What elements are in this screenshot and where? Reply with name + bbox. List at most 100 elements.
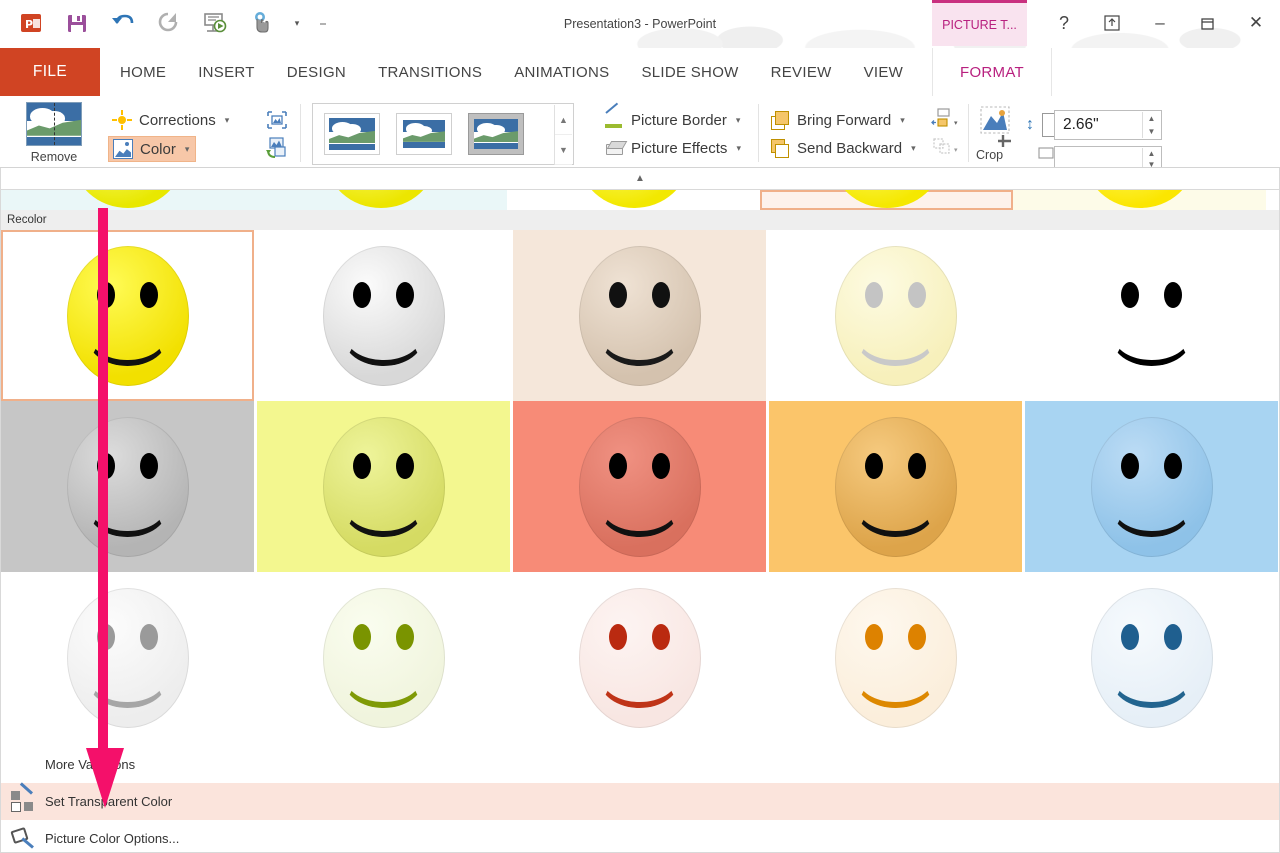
artistic-effects-icon[interactable] (264, 108, 290, 132)
touch-mode-icon[interactable] (238, 5, 284, 41)
shape-height-input[interactable]: 2.66" ▲ ▼ (1054, 110, 1162, 140)
bring-forward-button[interactable]: Bring Forward ▾ (766, 108, 911, 132)
compress-pictures-icon[interactable] (264, 136, 290, 160)
recolor-thumb-blue-light[interactable] (1025, 572, 1278, 743)
spin-down-icon[interactable]: ▼ (1143, 159, 1160, 167)
crop-label: Crop (976, 148, 1004, 162)
color-wheel-icon (11, 754, 33, 776)
tab-design[interactable]: DESIGN (271, 48, 362, 96)
recolor-thumb-yellow-green-accent[interactable] (257, 401, 510, 572)
spin-up-icon[interactable]: ▲ (1143, 112, 1160, 125)
remove-background-icon (26, 102, 82, 146)
ribbon: Remove Corrections ▾ Color ▾ ▲ ▼ Picture… (0, 96, 1280, 168)
height-icon (1026, 114, 1042, 140)
gallery-scroll-down-icon[interactable]: ▼ (555, 135, 572, 165)
recolor-thumb-dark-red-light[interactable] (513, 572, 766, 743)
picture-color-options-item[interactable]: Picture Color Options... (1, 820, 1279, 852)
color-button[interactable]: Color ▾ (108, 136, 197, 162)
gallery-collapse-bar[interactable]: ▲ (0, 168, 1280, 190)
recolor-thumb-blue-accent[interactable] (1025, 401, 1278, 572)
picture-border-button[interactable]: Picture Border ▾ (600, 108, 746, 132)
tab-file[interactable]: FILE (0, 48, 100, 96)
saturation-thumb[interactable] (760, 190, 1013, 210)
corrections-button[interactable]: Corrections ▾ (108, 108, 235, 132)
tab-transitions[interactable]: TRANSITIONS (362, 48, 498, 96)
gallery-scroll-up-icon[interactable]: ▲ (555, 105, 572, 135)
send-backward-button[interactable]: Send Backward ▾ (766, 136, 922, 160)
crop-icon[interactable] (976, 104, 1020, 152)
saturation-thumb[interactable] (254, 190, 507, 210)
undo-icon[interactable] (100, 5, 146, 41)
tab-review[interactable]: REVIEW (755, 48, 848, 96)
start-slideshow-icon[interactable] (192, 5, 238, 41)
restore-icon[interactable] (1184, 0, 1232, 46)
align-objects-icon[interactable]: ▾ (928, 108, 962, 130)
recolor-thumb-olive-light[interactable] (257, 572, 510, 743)
save-icon[interactable] (54, 5, 100, 41)
more-variations-item[interactable]: More Variations (1, 746, 1279, 783)
picture-color-options-label: Picture Color Options... (45, 831, 180, 846)
tab-animations[interactable]: ANIMATIONS (498, 48, 625, 96)
redo-icon[interactable] (146, 5, 192, 41)
set-transparent-color-item[interactable]: Set Transparent Color (1, 781, 1279, 820)
tab-format[interactable]: FORMAT (932, 48, 1052, 96)
ribbon-display-options-icon[interactable] (1088, 0, 1136, 46)
smiley-eye-right (395, 452, 414, 480)
group-objects-icon[interactable]: ▾ (928, 136, 962, 158)
saturation-thumb[interactable] (507, 190, 760, 210)
help-icon[interactable]: ? (1040, 0, 1088, 46)
picture-style-thumb[interactable] (393, 110, 455, 158)
saturation-thumb[interactable] (1, 190, 254, 210)
recolor-row (1, 230, 1279, 401)
svg-text:P: P (25, 18, 33, 31)
smiley-eye-right (139, 623, 158, 651)
color-label: Color (140, 140, 176, 158)
remove-background-button[interactable]: Remove (18, 102, 90, 164)
tab-slide-show[interactable]: SLIDE SHOW (625, 48, 754, 96)
recolor-thumb-orange-accent[interactable] (769, 401, 1022, 572)
smiley-eye-left (97, 281, 116, 309)
touch-mode-caret-icon[interactable]: ▾ (284, 5, 310, 41)
picture-effects-label: Picture Effects (631, 139, 728, 157)
smiley-face (322, 245, 445, 386)
recolor-thumb-grayscale[interactable] (257, 230, 510, 401)
recolor-thumb-gray-accent[interactable] (1, 401, 254, 572)
minimize-icon[interactable]: – (1136, 0, 1184, 46)
spin-down-icon[interactable]: ▼ (1143, 125, 1160, 138)
customize-qat-icon[interactable]: ⎯ (310, 5, 336, 41)
picture-style-thumb[interactable] (321, 110, 383, 158)
smiley-face (322, 587, 445, 728)
gallery-scrollbar[interactable]: ▲ ▼ (554, 105, 572, 165)
smiley-mouth (1111, 307, 1192, 366)
smiley-face (322, 416, 445, 557)
smiley-face (1091, 246, 1213, 386)
recolor-thumb-gray-light[interactable] (1, 572, 254, 743)
picture-styles-gallery[interactable]: ▲ ▼ (312, 103, 574, 165)
shape-width-spinner[interactable]: ▲ ▼ (1142, 148, 1160, 167)
smiley-eye-left (865, 452, 884, 480)
powerpoint-logo-icon[interactable]: P (8, 5, 54, 41)
spin-up-icon[interactable]: ▲ (1143, 148, 1160, 159)
tab-view[interactable]: VIEW (848, 48, 920, 96)
picture-effects-button[interactable]: Picture Effects ▾ (600, 136, 747, 160)
shape-height-spinner[interactable]: ▲ ▼ (1142, 112, 1160, 138)
recolor-thumb-orange-light[interactable] (769, 572, 1022, 743)
recolor-thumb-red-accent[interactable] (513, 401, 766, 572)
tab-insert[interactable]: INSERT (182, 48, 271, 96)
tab-home[interactable]: HOME (104, 48, 182, 96)
smiley-face (1084, 190, 1195, 208)
picture-style-thumb[interactable] (465, 110, 527, 158)
close-icon[interactable]: ✕ (1232, 0, 1280, 46)
smiley-eye-left (97, 623, 116, 651)
shape-width-input[interactable]: ▲ ▼ (1054, 146, 1162, 167)
recolor-thumb-no-recolor[interactable] (1, 230, 254, 401)
recolor-thumb-sepia[interactable] (513, 230, 766, 401)
smiley-face (72, 190, 183, 208)
ribbon-tabs: HOME INSERT DESIGN TRANSITIONS ANIMATION… (104, 48, 919, 96)
recolor-thumb-washout[interactable] (769, 230, 1022, 401)
svg-text:▾: ▾ (954, 146, 958, 154)
saturation-thumb[interactable] (1013, 190, 1266, 210)
smiley-eye-right (907, 623, 926, 651)
recolor-thumb-black-and-white[interactable] (1025, 230, 1278, 401)
picture-border-label: Picture Border (631, 111, 727, 129)
